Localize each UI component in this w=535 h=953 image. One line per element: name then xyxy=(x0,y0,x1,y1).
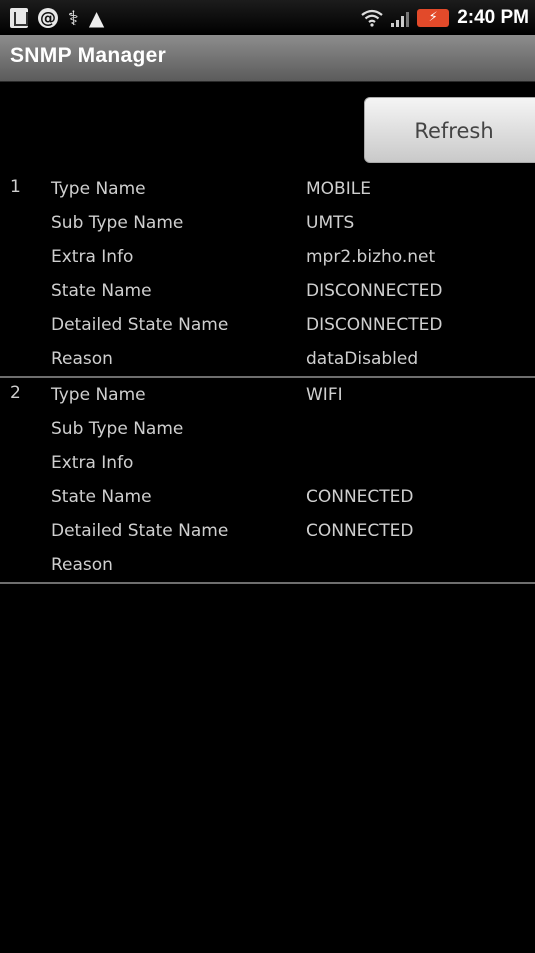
field-value: WIFI xyxy=(306,385,343,405)
bag-icon xyxy=(10,8,28,28)
field-label: Extra Info xyxy=(51,453,134,473)
record-index: 2 xyxy=(10,383,21,403)
system-icons: ⚡ 2:40 PM xyxy=(361,5,529,31)
field-label: Reason xyxy=(51,555,113,575)
battery-charging-icon: ⚡ xyxy=(417,9,450,27)
field-value: CONNECTED xyxy=(306,521,414,541)
record-2: 2 Type Name WIFI Sub Type Name Extra Inf… xyxy=(0,378,535,584)
records-list: 1 Type Name MOBILE Sub Type Name UMTS Ex… xyxy=(0,172,535,584)
field-label: Type Name xyxy=(51,179,146,199)
status-bar: @ ⚕ ▲ ⚡ 2:40 PM xyxy=(0,0,535,35)
at-icon: @ xyxy=(38,8,58,28)
wifi-icon xyxy=(361,9,383,27)
field-label: Sub Type Name xyxy=(51,213,184,233)
title-bar: SNMP Manager xyxy=(0,35,535,82)
field-value: DISCONNECTED xyxy=(306,281,443,301)
field-label: State Name xyxy=(51,487,152,507)
warning-icon: ▲ xyxy=(88,6,105,30)
field-row: Detailed State Name DISCONNECTED xyxy=(0,308,535,342)
field-label: State Name xyxy=(51,281,152,301)
field-row: Extra Info mpr2.bizho.net xyxy=(0,240,535,274)
signal-icon xyxy=(391,9,410,27)
field-value: mpr2.bizho.net xyxy=(306,247,436,267)
screen: @ ⚕ ▲ ⚡ 2:40 PM SNMP Manager Refresh 1 T xyxy=(0,0,535,953)
field-row: Type Name MOBILE xyxy=(0,172,535,206)
field-row: Reason dataDisabled xyxy=(0,342,535,376)
field-value: CONNECTED xyxy=(306,487,414,507)
field-value: dataDisabled xyxy=(306,349,419,369)
field-row: Type Name WIFI xyxy=(0,378,535,412)
field-value: UMTS xyxy=(306,213,355,233)
field-row: Sub Type Name xyxy=(0,412,535,446)
field-label: Type Name xyxy=(51,385,146,405)
record-1: 1 Type Name MOBILE Sub Type Name UMTS Ex… xyxy=(0,172,535,378)
field-label: Extra Info xyxy=(51,247,134,267)
app-title: SNMP Manager xyxy=(10,44,167,67)
field-row: Extra Info xyxy=(0,446,535,480)
refresh-button[interactable]: Refresh xyxy=(364,97,535,163)
field-value: DISCONNECTED xyxy=(306,315,443,335)
field-label: Detailed State Name xyxy=(51,521,229,541)
field-row: Detailed State Name CONNECTED xyxy=(0,514,535,548)
field-value: MOBILE xyxy=(306,179,371,199)
field-label: Reason xyxy=(51,349,113,369)
clock: 2:40 PM xyxy=(457,7,529,28)
field-label: Detailed State Name xyxy=(51,315,229,335)
field-row: State Name CONNECTED xyxy=(0,480,535,514)
field-row: State Name DISCONNECTED xyxy=(0,274,535,308)
field-label: Sub Type Name xyxy=(51,419,184,439)
field-row: Sub Type Name UMTS xyxy=(0,206,535,240)
usb-icon: ⚕ xyxy=(68,6,79,30)
notification-icons: @ ⚕ ▲ xyxy=(10,5,104,31)
record-index: 1 xyxy=(10,177,21,197)
field-row: Reason xyxy=(0,548,535,582)
